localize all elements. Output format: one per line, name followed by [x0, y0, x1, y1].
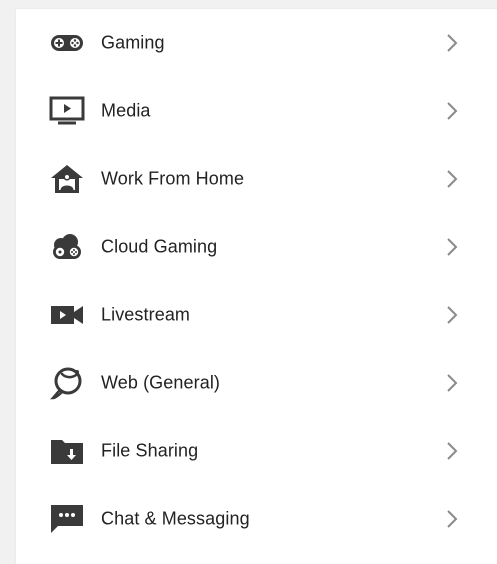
menu-item-label: Cloud Gaming [101, 236, 218, 257]
chevron-right-icon [447, 102, 458, 120]
menu-item-chat-messaging[interactable]: Chat & Messaging [16, 485, 497, 553]
chevron-right-icon [447, 442, 458, 460]
tv-play-icon [47, 91, 87, 131]
menu-item-livestream[interactable]: Livestream [16, 281, 497, 349]
menu-item-gaming[interactable]: Gaming [16, 9, 497, 77]
chat-bubble-icon [47, 499, 87, 539]
menu-item-media[interactable]: Media [16, 77, 497, 145]
menu-item-cloud-gaming[interactable]: Cloud Gaming [16, 213, 497, 281]
globe-icon [47, 363, 87, 403]
menu-item-label: Media [101, 100, 151, 121]
menu-item-work-from-home[interactable]: Work From Home [16, 145, 497, 213]
folder-download-icon [47, 431, 87, 471]
category-panel: Gaming Media Work From Home Cloud Gaming… [16, 9, 497, 564]
menu-item-label: Livestream [101, 304, 191, 325]
menu-item-web-general[interactable]: Web (General) [16, 349, 497, 417]
menu-item-label: Work From Home [101, 168, 245, 189]
chevron-right-icon [447, 170, 458, 188]
menu-item-file-sharing[interactable]: File Sharing [16, 417, 497, 485]
chevron-right-icon [447, 306, 458, 324]
chevron-right-icon [447, 238, 458, 256]
chevron-right-icon [447, 510, 458, 528]
menu-item-label: File Sharing [101, 440, 199, 461]
chevron-right-icon [447, 374, 458, 392]
video-camera-icon [47, 295, 87, 335]
chevron-right-icon [447, 34, 458, 52]
menu-item-label: Gaming [101, 32, 165, 53]
home-person-icon [47, 159, 87, 199]
category-list: Gaming Media Work From Home Cloud Gaming… [16, 9, 497, 553]
menu-item-label: Web (General) [101, 372, 221, 393]
menu-item-label: Chat & Messaging [101, 508, 250, 529]
cloud-gamepad-icon [47, 227, 87, 267]
gamepad-icon [47, 23, 87, 63]
